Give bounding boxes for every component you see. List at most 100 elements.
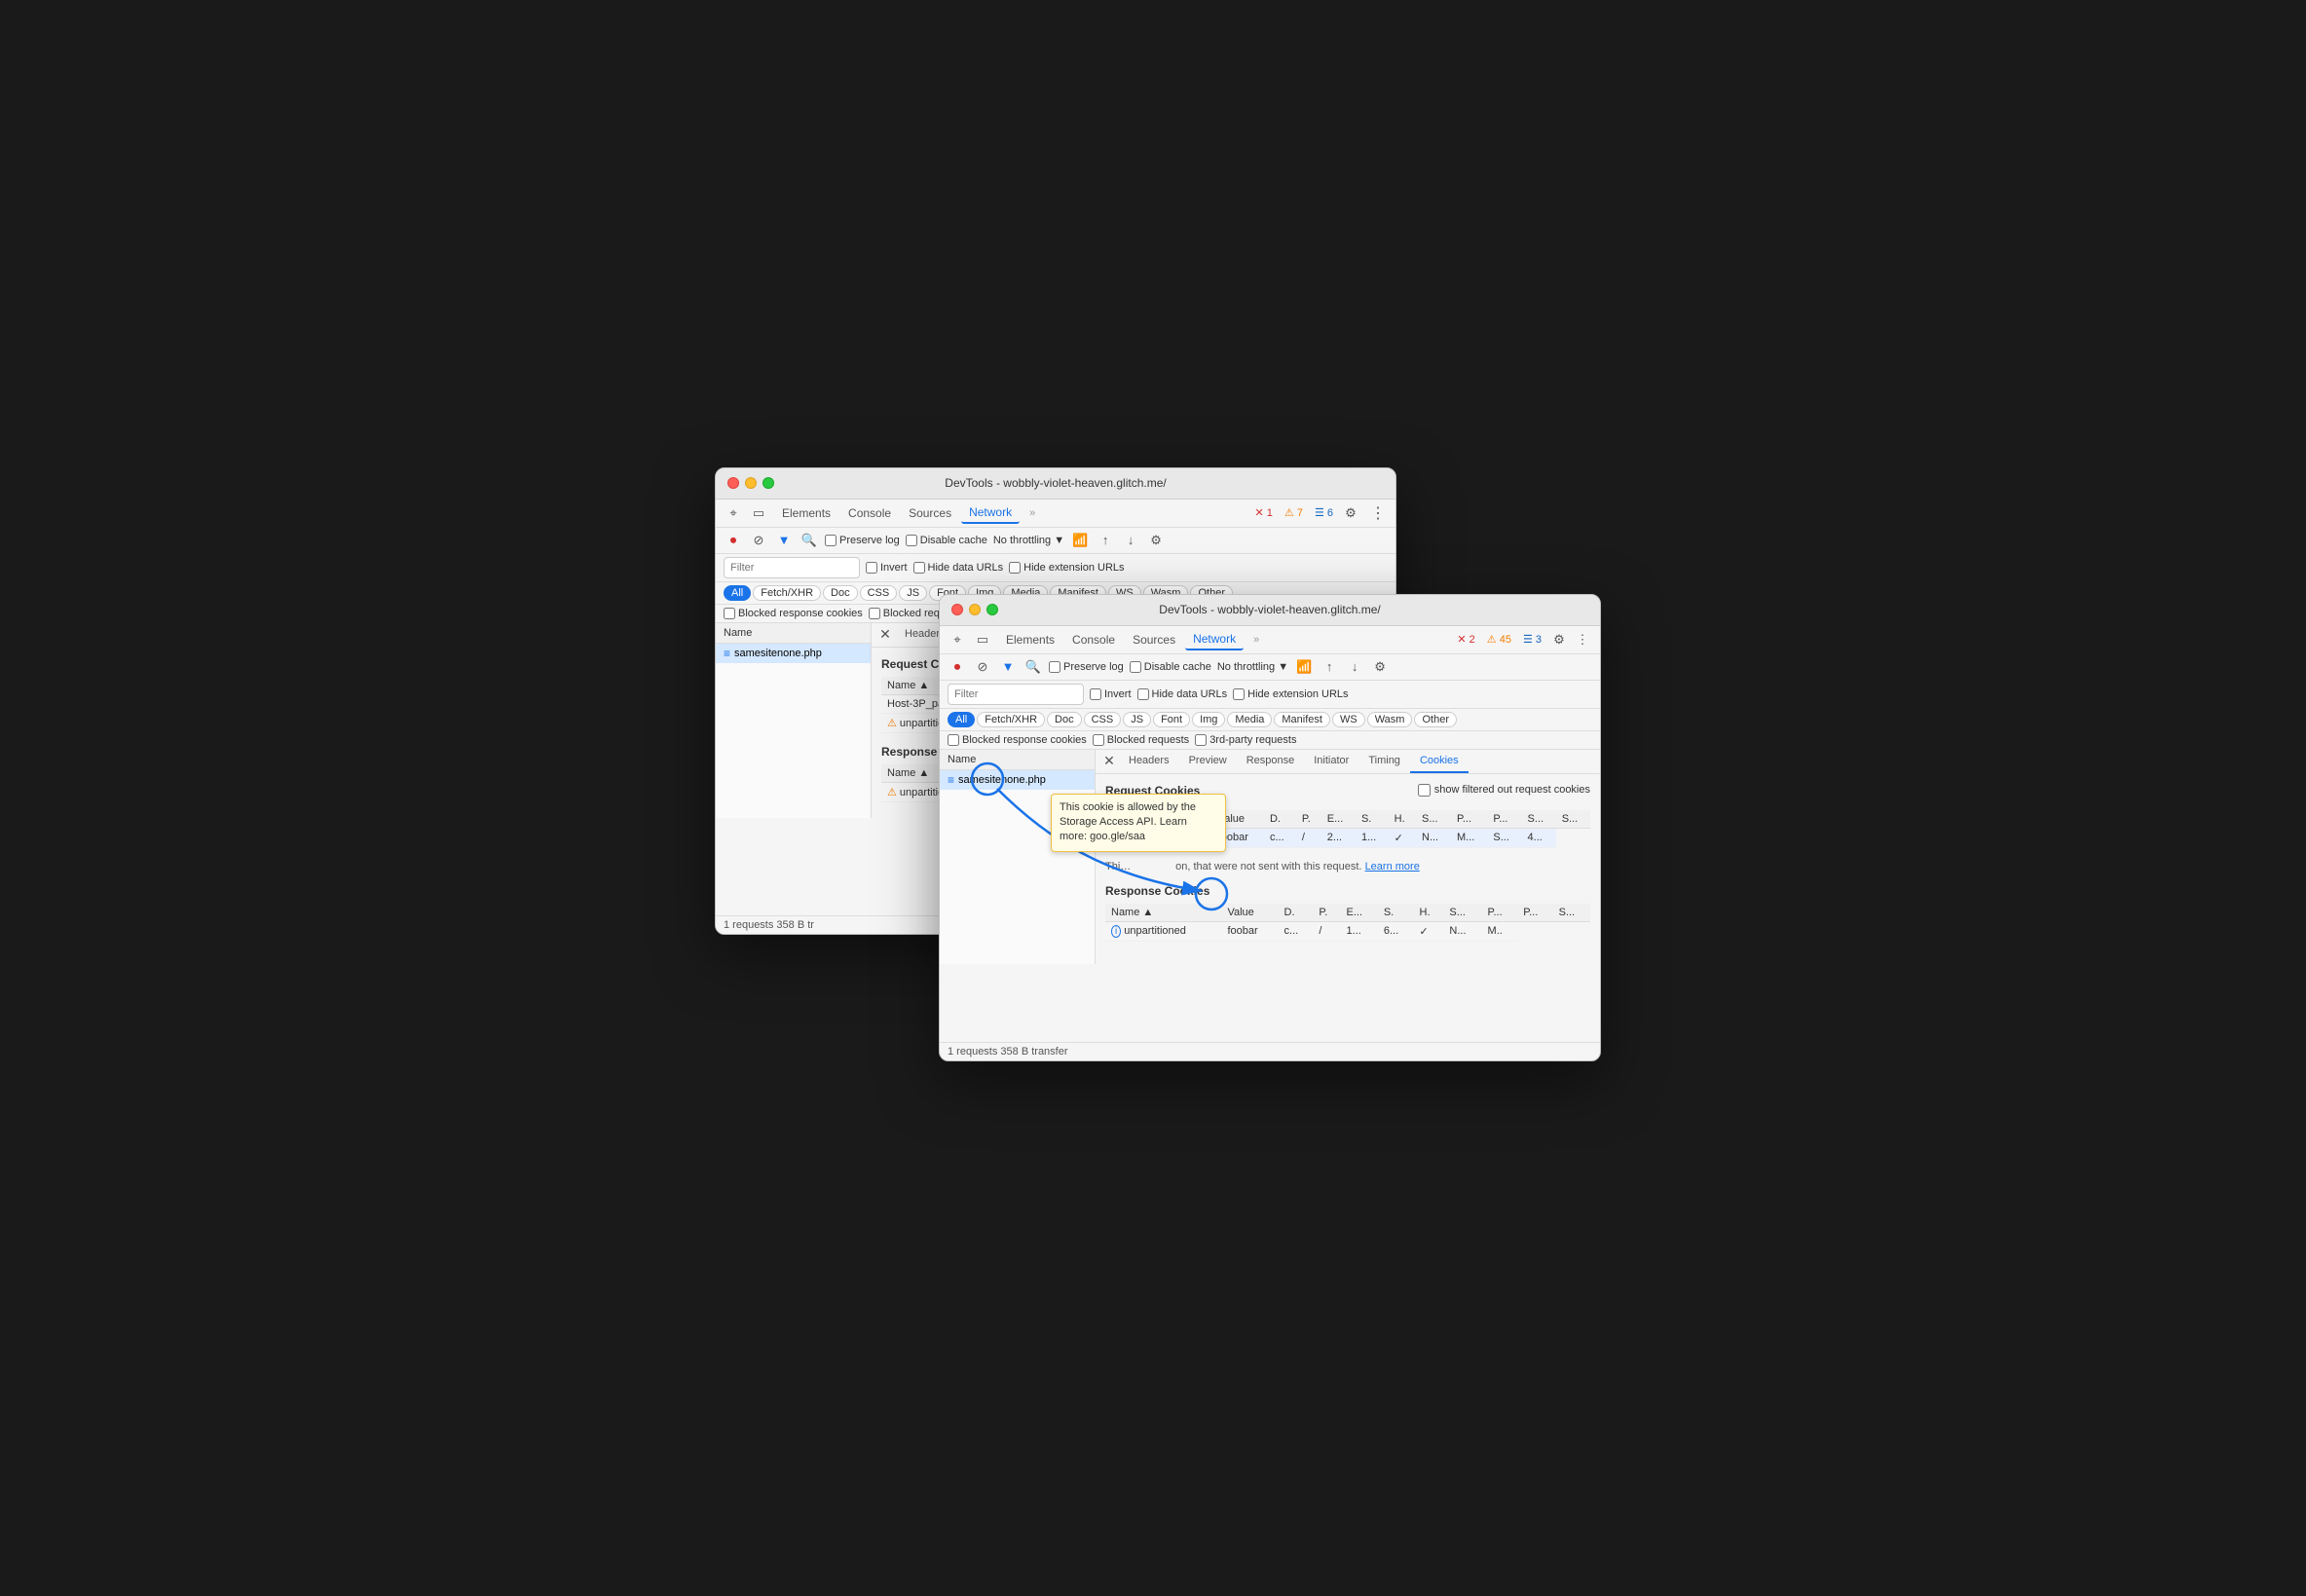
col-s-resp-fg[interactable]: S.	[1378, 904, 1414, 922]
wifi-icon-fg[interactable]: 📶	[1294, 657, 1314, 677]
col-s2-resp-fg[interactable]: S...	[1443, 904, 1481, 922]
col-e-resp-fg[interactable]: E...	[1341, 904, 1378, 922]
col-h-fg[interactable]: H.	[1389, 810, 1416, 829]
tab-network-bg[interactable]: Network	[961, 502, 1020, 524]
download-icon-bg[interactable]: ↓	[1121, 531, 1140, 550]
col-p-resp-fg[interactable]: P.	[1313, 904, 1340, 922]
filter-font-fg[interactable]: Font	[1153, 712, 1190, 727]
tab-sources-fg[interactable]: Sources	[1125, 630, 1183, 650]
detail-tab-initiator-fg[interactable]: Initiator	[1304, 750, 1358, 773]
tab-sources-bg[interactable]: Sources	[901, 503, 959, 523]
invert-label-fg[interactable]: Invert	[1090, 688, 1132, 700]
close-button[interactable]	[727, 477, 739, 489]
learn-more-link-fg[interactable]: Learn more	[1365, 861, 1420, 872]
col-p3-resp-fg[interactable]: P...	[1517, 904, 1552, 922]
show-filtered-label-fg[interactable]: show filtered out request cookies	[1418, 784, 1590, 797]
filter-ws-fg[interactable]: WS	[1332, 712, 1365, 727]
stop-record-icon-fg[interactable]: ⏺	[948, 657, 967, 677]
clear-icon-fg[interactable]: ⊘	[973, 657, 992, 677]
disable-cache-label-fg[interactable]: Disable cache	[1130, 661, 1211, 673]
col-h-resp-fg[interactable]: H.	[1414, 904, 1444, 922]
third-party-label-fg[interactable]: 3rd-party requests	[1195, 734, 1296, 746]
col-s3-resp-fg[interactable]: S...	[1553, 904, 1590, 922]
table-row[interactable]: i unpartitioned foobar c... / 1... 6... …	[1105, 921, 1590, 941]
col-p3-fg[interactable]: P...	[1487, 810, 1521, 829]
clear-icon[interactable]: ⊘	[749, 531, 768, 550]
filter-doc-fg[interactable]: Doc	[1047, 712, 1082, 727]
hide-ext-urls-label-bg[interactable]: Hide extension URLs	[1009, 562, 1124, 574]
filter-input-bg[interactable]	[724, 557, 860, 578]
filter-fetch-fg[interactable]: Fetch/XHR	[977, 712, 1045, 727]
download-icon-fg[interactable]: ↓	[1345, 657, 1364, 677]
filter-doc-bg[interactable]: Doc	[823, 585, 858, 601]
filter-other-fg[interactable]: Other	[1414, 712, 1457, 727]
minimize-button-fg[interactable]	[969, 604, 981, 615]
col-value-resp-fg[interactable]: Value	[1221, 904, 1278, 922]
col-d-fg[interactable]: D.	[1264, 810, 1296, 829]
network-file-row-bg[interactable]: ≡ samesitenone.php	[716, 644, 871, 663]
col-d-resp-fg[interactable]: D.	[1279, 904, 1314, 922]
filter-css-bg[interactable]: CSS	[860, 585, 898, 601]
filter-media-fg[interactable]: Media	[1227, 712, 1272, 727]
maximize-button-fg[interactable]	[986, 604, 998, 615]
filter-js-bg[interactable]: JS	[899, 585, 927, 601]
col-s3-fg[interactable]: S...	[1522, 810, 1556, 829]
blocked-cookies-label-fg[interactable]: Blocked response cookies	[948, 734, 1087, 746]
stop-record-icon[interactable]: ⏺	[724, 531, 743, 550]
preserve-log-checkbox-bg[interactable]	[825, 535, 837, 546]
upload-icon-fg[interactable]: ↑	[1320, 657, 1339, 677]
close-button-fg[interactable]	[951, 604, 963, 615]
wifi-icon-bg[interactable]: 📶	[1070, 531, 1090, 550]
hide-data-urls-label-fg[interactable]: Hide data URLs	[1137, 688, 1228, 700]
tab-console-bg[interactable]: Console	[840, 503, 899, 523]
blocked-cookies-label-bg[interactable]: Blocked response cookies	[724, 608, 863, 619]
search-icon-fg[interactable]: 🔍	[1023, 657, 1043, 677]
tab-console-fg[interactable]: Console	[1064, 630, 1123, 650]
filter-wasm-fg[interactable]: Wasm	[1367, 712, 1413, 727]
col-name-resp-fg[interactable]: Name ▲	[1105, 904, 1221, 922]
disable-cache-label-bg[interactable]: Disable cache	[906, 535, 987, 546]
settings2-icon-bg[interactable]: ⚙	[1146, 531, 1166, 550]
col-p2-fg[interactable]: P...	[1451, 810, 1487, 829]
settings-icon-fg[interactable]: ⚙	[1549, 630, 1569, 650]
tab-more-fg[interactable]: »	[1246, 631, 1267, 649]
network-file-row-fg[interactable]: ≡ samesitenone.php	[940, 770, 1095, 790]
detail-tab-preview-fg[interactable]: Preview	[1179, 750, 1237, 773]
detail-tab-response-fg[interactable]: Response	[1237, 750, 1305, 773]
detail-tab-timing-fg[interactable]: Timing	[1358, 750, 1410, 773]
search-icon[interactable]: 🔍	[800, 531, 819, 550]
more-icon-bg[interactable]: ⋮	[1368, 503, 1388, 523]
detail-tab-headers-fg[interactable]: Headers	[1119, 750, 1179, 773]
detail-tab-cookies-fg[interactable]: Cookies	[1410, 750, 1469, 773]
cursor-icon-fg[interactable]: ⌖	[948, 630, 967, 650]
filter-all-fg[interactable]: All	[948, 712, 975, 727]
filter-manifest-fg[interactable]: Manifest	[1274, 712, 1330, 727]
preserve-log-label-bg[interactable]: Preserve log	[825, 535, 900, 546]
detail-close-fg[interactable]: ✕	[1099, 752, 1119, 771]
tab-elements-fg[interactable]: Elements	[998, 630, 1062, 650]
filter-all-bg[interactable]: All	[724, 585, 751, 601]
hide-ext-urls-label-fg[interactable]: Hide extension URLs	[1233, 688, 1348, 700]
device-icon[interactable]: ▭	[749, 503, 768, 523]
settings2-icon-fg[interactable]: ⚙	[1370, 657, 1390, 677]
invert-label-bg[interactable]: Invert	[866, 562, 908, 574]
filter-img-fg[interactable]: Img	[1192, 712, 1225, 727]
preserve-log-checkbox-fg[interactable]	[1049, 661, 1060, 673]
minimize-button[interactable]	[745, 477, 757, 489]
settings-icon-bg[interactable]: ⚙	[1341, 503, 1360, 523]
blocked-requests-label-fg[interactable]: Blocked requests	[1093, 734, 1189, 746]
preserve-log-label-fg[interactable]: Preserve log	[1049, 661, 1124, 673]
upload-icon-bg[interactable]: ↑	[1096, 531, 1115, 550]
col-s4-fg[interactable]: S...	[1556, 810, 1590, 829]
hide-data-urls-label-bg[interactable]: Hide data URLs	[913, 562, 1004, 574]
tab-elements-bg[interactable]: Elements	[774, 503, 838, 523]
filter-fetch-bg[interactable]: Fetch/XHR	[753, 585, 821, 601]
cursor-icon[interactable]: ⌖	[724, 503, 743, 523]
tab-network-fg[interactable]: Network	[1185, 629, 1244, 650]
maximize-button[interactable]	[762, 477, 774, 489]
filter-js-fg[interactable]: JS	[1123, 712, 1151, 727]
filter-input-fg[interactable]	[948, 684, 1084, 705]
disable-cache-checkbox-bg[interactable]	[906, 535, 917, 546]
detail-close-bg[interactable]: ✕	[875, 625, 895, 645]
filter-icon-fg[interactable]: ▼	[998, 657, 1018, 677]
